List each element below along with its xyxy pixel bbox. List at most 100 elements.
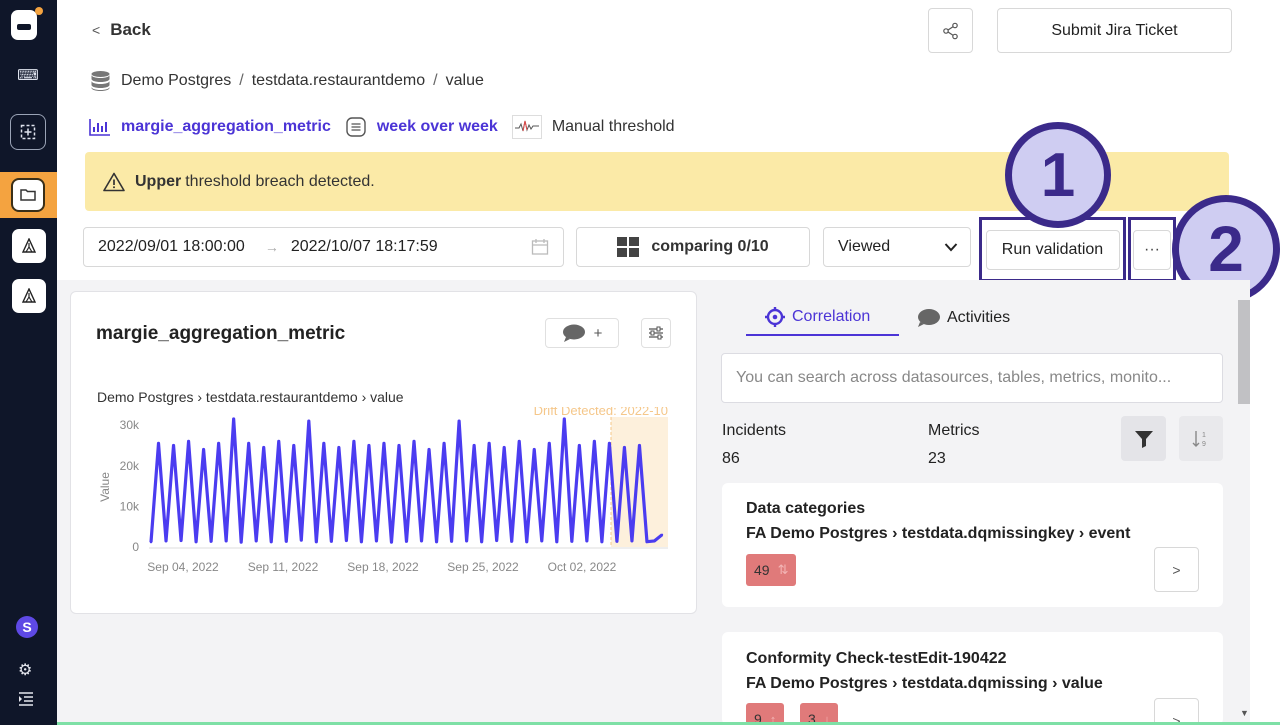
updown-icon: ⇅ bbox=[777, 562, 789, 577]
submit-jira-button[interactable]: Submit Jira Ticket bbox=[997, 8, 1232, 53]
metrics-stat: Metrics 23 bbox=[928, 422, 980, 468]
series-line bbox=[149, 417, 664, 544]
data-point bbox=[495, 539, 498, 542]
chart-settings-button[interactable] bbox=[641, 318, 671, 348]
data-point bbox=[578, 444, 581, 447]
collapse-menu-icon[interactable] bbox=[18, 692, 34, 711]
data-point bbox=[322, 442, 326, 445]
x-tick-label: Oct 02, 2022 bbox=[548, 560, 617, 574]
date-start: 2022/09/01 18:00:00 bbox=[98, 238, 245, 255]
data-point bbox=[555, 540, 558, 543]
data-point bbox=[623, 446, 626, 449]
data-point bbox=[570, 540, 574, 543]
comparing-label: comparing 0/10 bbox=[651, 238, 769, 255]
data-point bbox=[502, 446, 506, 449]
incident-path: FA Demo Postgres › testdata.dqmissingkey… bbox=[746, 525, 1131, 542]
annotation-badge-1: 1 bbox=[1005, 122, 1111, 228]
data-point bbox=[533, 448, 536, 451]
panel-tabs: Correlation Activities bbox=[746, 300, 1028, 336]
share-button[interactable] bbox=[928, 8, 973, 53]
threshold-icon bbox=[511, 115, 542, 139]
data-point bbox=[593, 440, 596, 443]
viewed-select[interactable]: Viewed bbox=[823, 227, 971, 267]
incidents-label: Incidents bbox=[722, 422, 787, 439]
incident-card[interactable]: Data categories FA Demo Postgres › testd… bbox=[722, 483, 1223, 607]
open-incident-button[interactable]: > bbox=[1154, 547, 1199, 592]
data-point bbox=[540, 539, 543, 543]
data-point bbox=[518, 440, 521, 443]
metric-name-link[interactable]: margie_aggregation_metric bbox=[121, 118, 331, 136]
user-avatar[interactable]: S bbox=[16, 616, 38, 638]
calendar-icon bbox=[531, 238, 549, 261]
breadcrumb-separator: / bbox=[433, 72, 438, 89]
incident-title: Data categories bbox=[746, 500, 866, 517]
alert-icon[interactable] bbox=[12, 229, 46, 263]
incidents-count: 86 bbox=[722, 450, 740, 467]
app-logo[interactable] bbox=[11, 10, 37, 40]
filter-button[interactable] bbox=[1121, 416, 1166, 461]
add-comment-button[interactable]: + bbox=[545, 318, 619, 348]
drift-label: Drift Detected: 2022-10 bbox=[534, 407, 668, 418]
data-point bbox=[638, 444, 641, 447]
open-incident-button[interactable]: > bbox=[1154, 698, 1199, 725]
scroll-down-arrow[interactable]: ▼ bbox=[1240, 708, 1249, 718]
breadcrumb: Demo Postgres / testdata.restaurantdemo … bbox=[90, 70, 484, 92]
metric-chart[interactable]: Drift Detected: 2022-10 0 10k 20k 30k Value Se… bbox=[91, 407, 671, 587]
data-point bbox=[164, 539, 168, 543]
back-button[interactable]: < Back bbox=[92, 20, 151, 40]
data-point bbox=[179, 539, 183, 542]
data-point bbox=[367, 444, 371, 447]
comment-icon bbox=[562, 324, 585, 342]
data-point bbox=[615, 540, 619, 543]
svg-text:9: 9 bbox=[1202, 441, 1206, 448]
data-point bbox=[292, 444, 295, 447]
data-point bbox=[277, 440, 280, 443]
data-point bbox=[510, 540, 513, 543]
aggregation-link[interactable]: week over week bbox=[377, 118, 498, 136]
incident-tag-count: 49 bbox=[754, 562, 770, 578]
viewed-value: Viewed bbox=[838, 238, 891, 255]
comment-plus: + bbox=[593, 324, 603, 342]
metrics-count: 23 bbox=[928, 450, 946, 467]
share-icon bbox=[942, 22, 958, 39]
chevron-down-icon bbox=[944, 243, 958, 252]
data-point bbox=[270, 540, 273, 543]
comparing-button[interactable]: comparing 0/10 bbox=[576, 227, 810, 267]
scrollbar-thumb[interactable] bbox=[1238, 300, 1250, 404]
x-tick-label: Sep 04, 2022 bbox=[147, 560, 219, 574]
breadcrumb-datasource[interactable]: Demo Postgres bbox=[121, 72, 231, 90]
y-tick-label: 10k bbox=[120, 499, 140, 513]
more-options-button[interactable]: ··· bbox=[1133, 229, 1171, 270]
tab-activities[interactable]: Activities bbox=[899, 300, 1028, 336]
tab-correlation[interactable]: Correlation bbox=[746, 300, 899, 336]
database-icon bbox=[91, 71, 110, 91]
data-point bbox=[307, 419, 311, 423]
tab-correlation-label: Correlation bbox=[792, 308, 871, 325]
sort-button[interactable]: 19 bbox=[1179, 416, 1223, 461]
breadcrumb-separator: / bbox=[239, 72, 244, 89]
crosshair-icon bbox=[765, 307, 785, 327]
run-validation-button[interactable]: Run validation bbox=[985, 229, 1120, 270]
breadcrumb-table[interactable]: testdata.restaurantdemo bbox=[252, 72, 425, 90]
folder-icon[interactable] bbox=[11, 178, 45, 212]
incident-icon[interactable] bbox=[12, 279, 46, 313]
keyboard-icon[interactable]: ⌨ bbox=[10, 57, 46, 93]
data-point bbox=[217, 442, 220, 445]
data-point bbox=[412, 440, 416, 443]
data-point bbox=[563, 417, 566, 421]
range-arrow: → bbox=[264, 239, 279, 255]
data-point bbox=[360, 540, 363, 543]
data-point bbox=[209, 540, 213, 543]
settings-icon[interactable]: ⚙ bbox=[18, 660, 32, 680]
x-tick-label: Sep 25, 2022 bbox=[447, 560, 519, 574]
threshold-label: Manual threshold bbox=[551, 118, 675, 135]
add-monitor-icon[interactable] bbox=[10, 114, 46, 150]
date-range-picker[interactable]: 2022/09/01 18:00:00 → 2022/10/07 18:17:5… bbox=[83, 227, 564, 267]
data-point bbox=[457, 419, 461, 423]
bar-chart-icon bbox=[89, 118, 111, 136]
incident-card[interactable]: Conformity Check-testEdit-190422 FA Demo… bbox=[722, 632, 1223, 725]
data-point bbox=[247, 442, 250, 445]
chart-card: margie_aggregation_metric + Demo Postgre… bbox=[70, 291, 697, 614]
breadcrumb-column[interactable]: value bbox=[446, 72, 484, 90]
correlation-search-input[interactable]: You can search across datasources, table… bbox=[721, 353, 1223, 403]
